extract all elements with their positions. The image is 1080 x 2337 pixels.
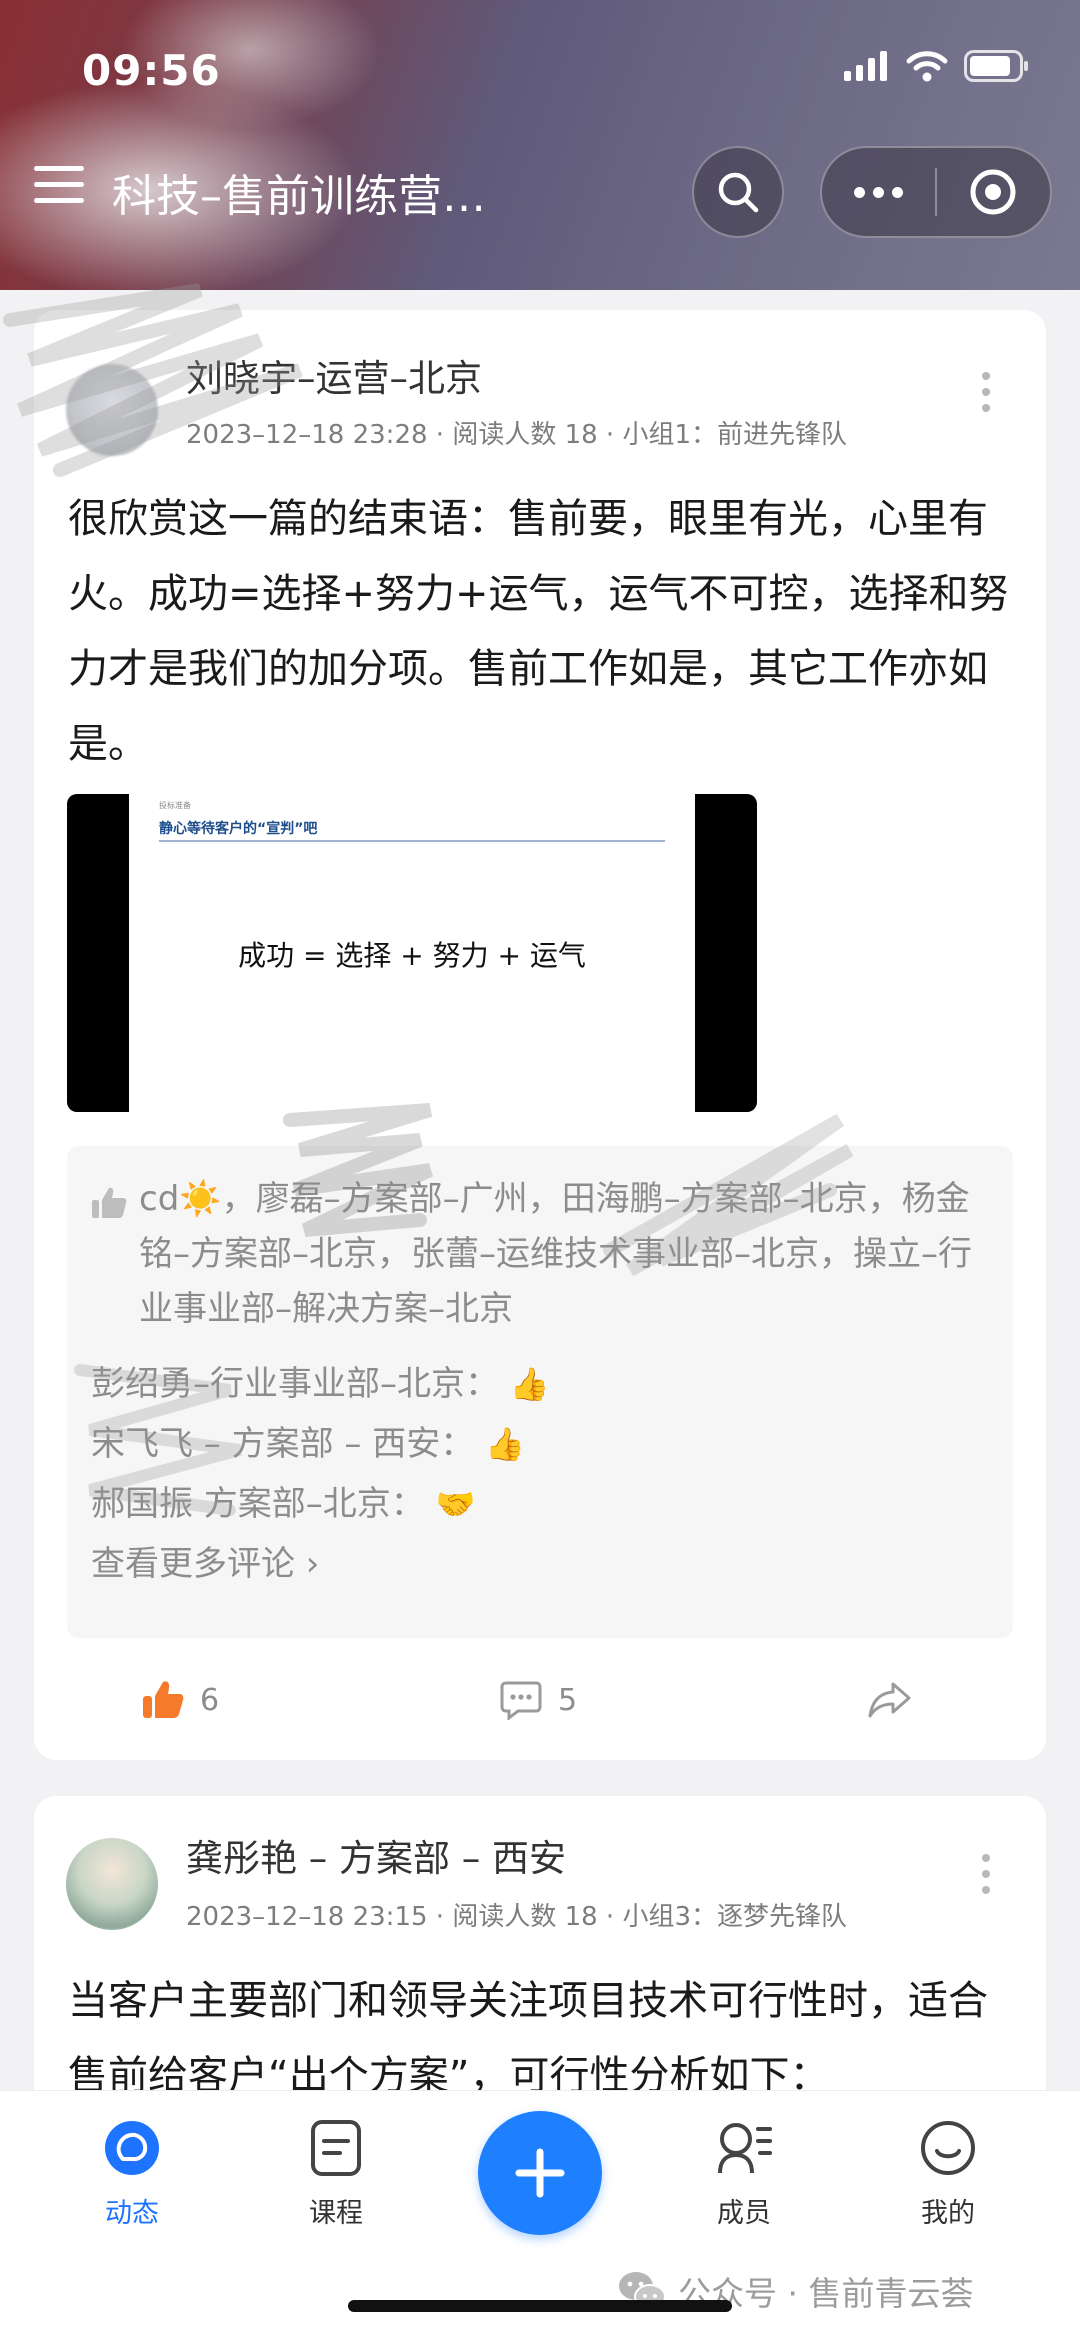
post-author[interactable]: 龚彤艳 – 方案部 – 西安 — [186, 1828, 566, 1882]
comment-item[interactable]: 郝国振 方案部–北京： 🤝 — [91, 1475, 989, 1533]
close-circle-icon — [970, 169, 1016, 215]
post-card: 刘晓宇–运营–北京 2023–12–18 23:28 · 阅读人数 18 · 小… — [34, 310, 1046, 1760]
comment-button[interactable]: 5 — [500, 1680, 577, 1720]
battery-icon — [964, 50, 1028, 82]
comment-author: 彭绍勇–行业事业部–北京： — [91, 1364, 499, 1404]
plus-icon — [515, 2148, 565, 2198]
like-count: 6 — [200, 1682, 220, 1718]
comment-emoji: 👍 — [485, 1425, 525, 1463]
comments-panel: cd☀️，廖磊–方案部–广州，田海鹏–方案部–北京，杨金铭–方案部–北京，张蕾–… — [67, 1146, 1013, 1638]
comment-emoji: 🤝 — [435, 1485, 476, 1523]
search-button[interactable] — [692, 146, 784, 238]
comment-author: 郝国振 方案部–北京： — [91, 1484, 425, 1524]
comment-item[interactable]: 宋飞飞 – 方案部 – 西安： 👍 — [91, 1415, 989, 1473]
search-icon — [718, 172, 759, 213]
likers-list[interactable]: cd☀️，廖磊–方案部–广州，田海鹏–方案部–北京，杨金铭–方案部–北京，张蕾–… — [139, 1172, 989, 1337]
thumb-up-icon — [91, 1172, 139, 1337]
post-author[interactable]: 刘晓宇–运营–北京 — [186, 348, 482, 402]
comment-emoji: 👍 — [509, 1365, 550, 1403]
post-meta: 2023–12–18 23:15 · 阅读人数 18 · 小组3：逐梦先锋队 — [186, 1902, 848, 1932]
slide-heading: 静心等待客户的“宣判”吧 — [159, 821, 318, 837]
slide-kicker: 投标准备 — [159, 801, 191, 810]
post-more-button[interactable] — [982, 1854, 992, 1894]
tab-label: 课程 — [309, 2198, 363, 2229]
avatar[interactable] — [66, 364, 158, 456]
tab-courses[interactable]: 课程 — [266, 2119, 406, 2230]
feed-icon — [105, 2121, 159, 2175]
tab-label: 我的 — [921, 2198, 975, 2229]
top-bar: 09:56 科技–售前训练营… — [0, 0, 1080, 290]
more-icon — [854, 186, 865, 198]
profile-icon — [921, 2121, 975, 2175]
group-title: 科技–售前训练营… — [112, 171, 486, 222]
like-button[interactable]: 6 — [142, 1680, 219, 1720]
avatar[interactable] — [66, 1838, 158, 1930]
post-more-button[interactable] — [982, 372, 992, 412]
miniprogram-capsule — [820, 146, 1052, 238]
tab-label: 成员 — [717, 2198, 771, 2229]
tab-feed[interactable]: 动态 — [62, 2119, 202, 2230]
course-icon — [311, 2120, 361, 2176]
post-image[interactable]: 投标准备 静心等待客户的“宣判”吧 成功 = 选择 + 努力 + 运气 — [67, 794, 757, 1112]
post-card: 龚彤艳 – 方案部 – 西安 2023–12–18 23:15 · 阅读人数 1… — [34, 1796, 1046, 2126]
create-post-button[interactable] — [478, 2111, 602, 2235]
comment-author: 宋飞飞 – 方案部 – 西安： — [91, 1424, 475, 1464]
close-button[interactable] — [937, 148, 1050, 236]
share-icon — [868, 1682, 911, 1718]
thumb-up-icon — [143, 1681, 184, 1718]
post-actions: 6 5 — [34, 1670, 1046, 1740]
home-indicator — [348, 2300, 732, 2312]
comment-count: 5 — [558, 1682, 578, 1718]
slide-body: 成功 = 选择 + 努力 + 运气 — [238, 939, 586, 972]
comment-item[interactable]: 彭绍勇–行业事业部–北京： 👍 — [91, 1355, 989, 1413]
menu-icon[interactable] — [34, 166, 84, 206]
slide-image: 投标准备 静心等待客户的“宣判”吧 成功 = 选择 + 努力 + 运气 — [129, 794, 695, 1112]
wifi-icon — [906, 51, 948, 82]
likers-row: cd☀️，廖磊–方案部–广州，田海鹏–方案部–北京，杨金铭–方案部–北京，张蕾–… — [91, 1172, 989, 1337]
share-button[interactable] — [868, 1680, 912, 1720]
tab-members[interactable]: 成员 — [674, 2119, 814, 2230]
post-meta: 2023–12–18 23:28 · 阅读人数 18 · 小组1：前进先锋队 — [186, 420, 848, 450]
more-button[interactable] — [822, 148, 935, 236]
tab-profile[interactable]: 我的 — [878, 2119, 1018, 2230]
slide-divider — [159, 840, 665, 842]
signal-icon — [844, 51, 887, 81]
tab-label: 动态 — [105, 2198, 159, 2229]
status-time: 09:56 — [82, 46, 221, 95]
view-more-comments-link[interactable]: 查看更多评论 › — [91, 1535, 989, 1593]
status-icons — [844, 50, 1030, 82]
comment-icon — [500, 1681, 542, 1720]
members-icon — [718, 2123, 772, 2174]
post-text: 很欣赏这一篇的结束语：售前要，眼里有光，心里有火。成功=选择+努力+运气，运气不… — [68, 496, 1009, 767]
